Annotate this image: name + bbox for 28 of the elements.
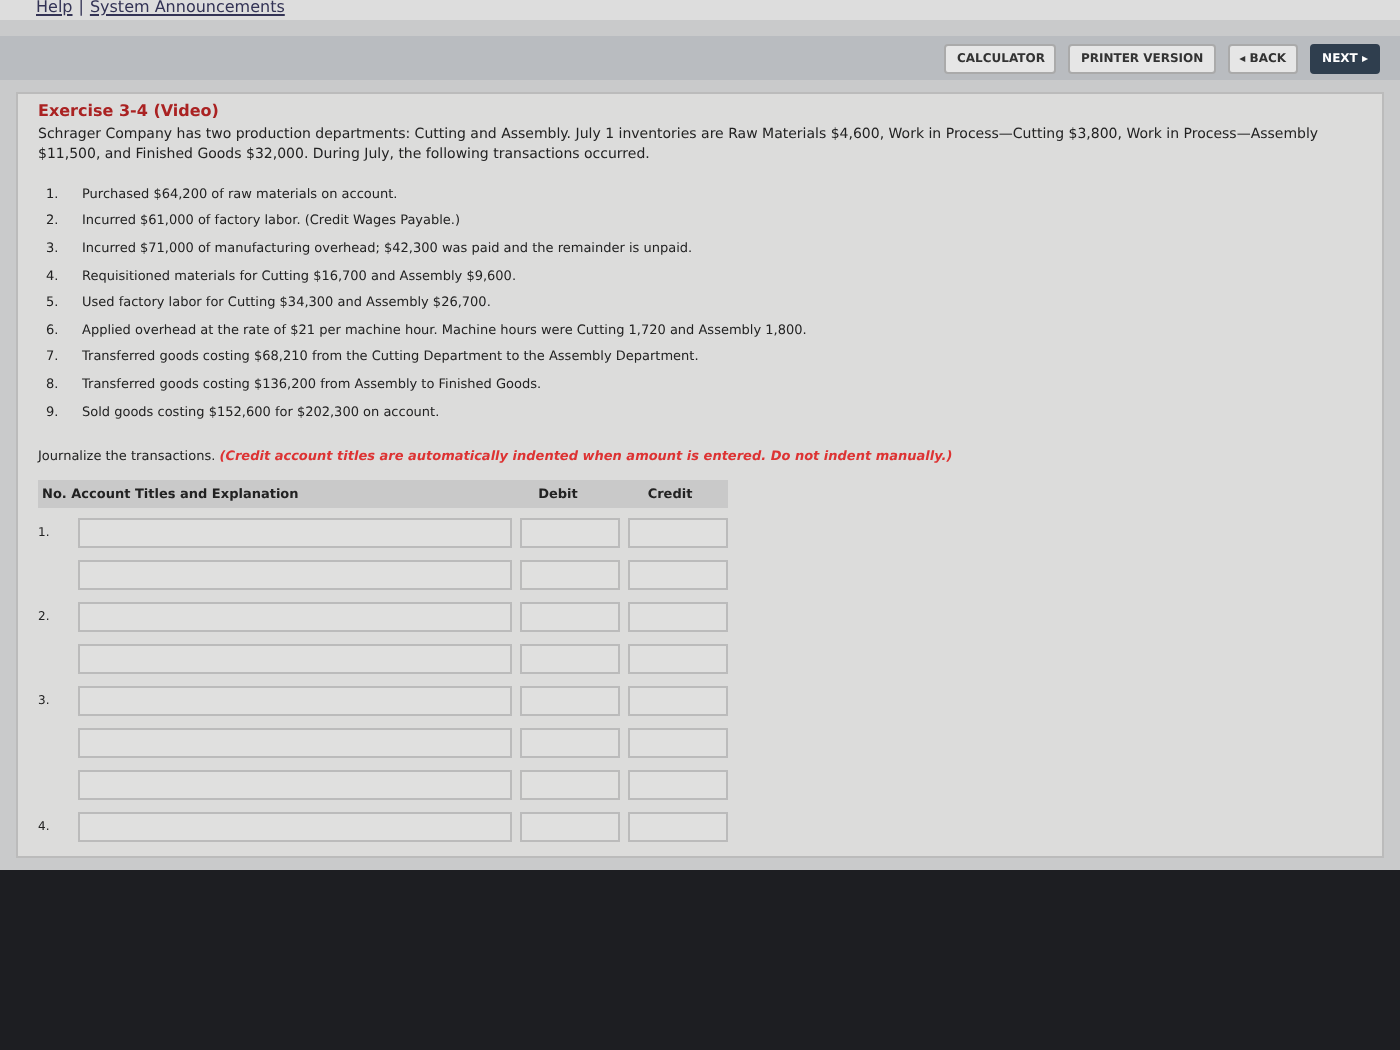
- announcements-link[interactable]: System Announcements: [89, 0, 285, 20]
- credit-field[interactable]: [628, 560, 728, 591]
- account-field[interactable]: [78, 602, 512, 633]
- debit-field[interactable]: [520, 644, 620, 675]
- account-field[interactable]: [78, 644, 512, 675]
- credit-field[interactable]: [628, 770, 728, 801]
- account-field[interactable]: [78, 560, 512, 591]
- account-field[interactable]: [78, 518, 512, 549]
- debit-field[interactable]: [520, 812, 620, 843]
- credit-field[interactable]: [628, 518, 728, 549]
- credit-field[interactable]: [628, 644, 728, 675]
- debit-field[interactable]: [520, 770, 620, 801]
- debit-field[interactable]: [520, 728, 620, 759]
- link-separator: |: [78, 0, 84, 20]
- debit-field[interactable]: [520, 602, 620, 633]
- credit-field[interactable]: [628, 812, 728, 843]
- debit-field[interactable]: [520, 560, 620, 591]
- account-field[interactable]: [78, 770, 512, 801]
- credit-field[interactable]: [628, 602, 728, 633]
- credit-field[interactable]: [628, 686, 728, 717]
- help-link[interactable]: Help: [36, 0, 73, 20]
- account-field[interactable]: [78, 686, 512, 717]
- account-field[interactable]: [78, 812, 512, 843]
- credit-field[interactable]: [628, 728, 728, 759]
- debit-field[interactable]: [520, 686, 620, 717]
- exercise-title: Exercise 3-4 (Video): [38, 102, 221, 120]
- debit-field[interactable]: [520, 518, 620, 549]
- account-field[interactable]: [78, 728, 512, 759]
